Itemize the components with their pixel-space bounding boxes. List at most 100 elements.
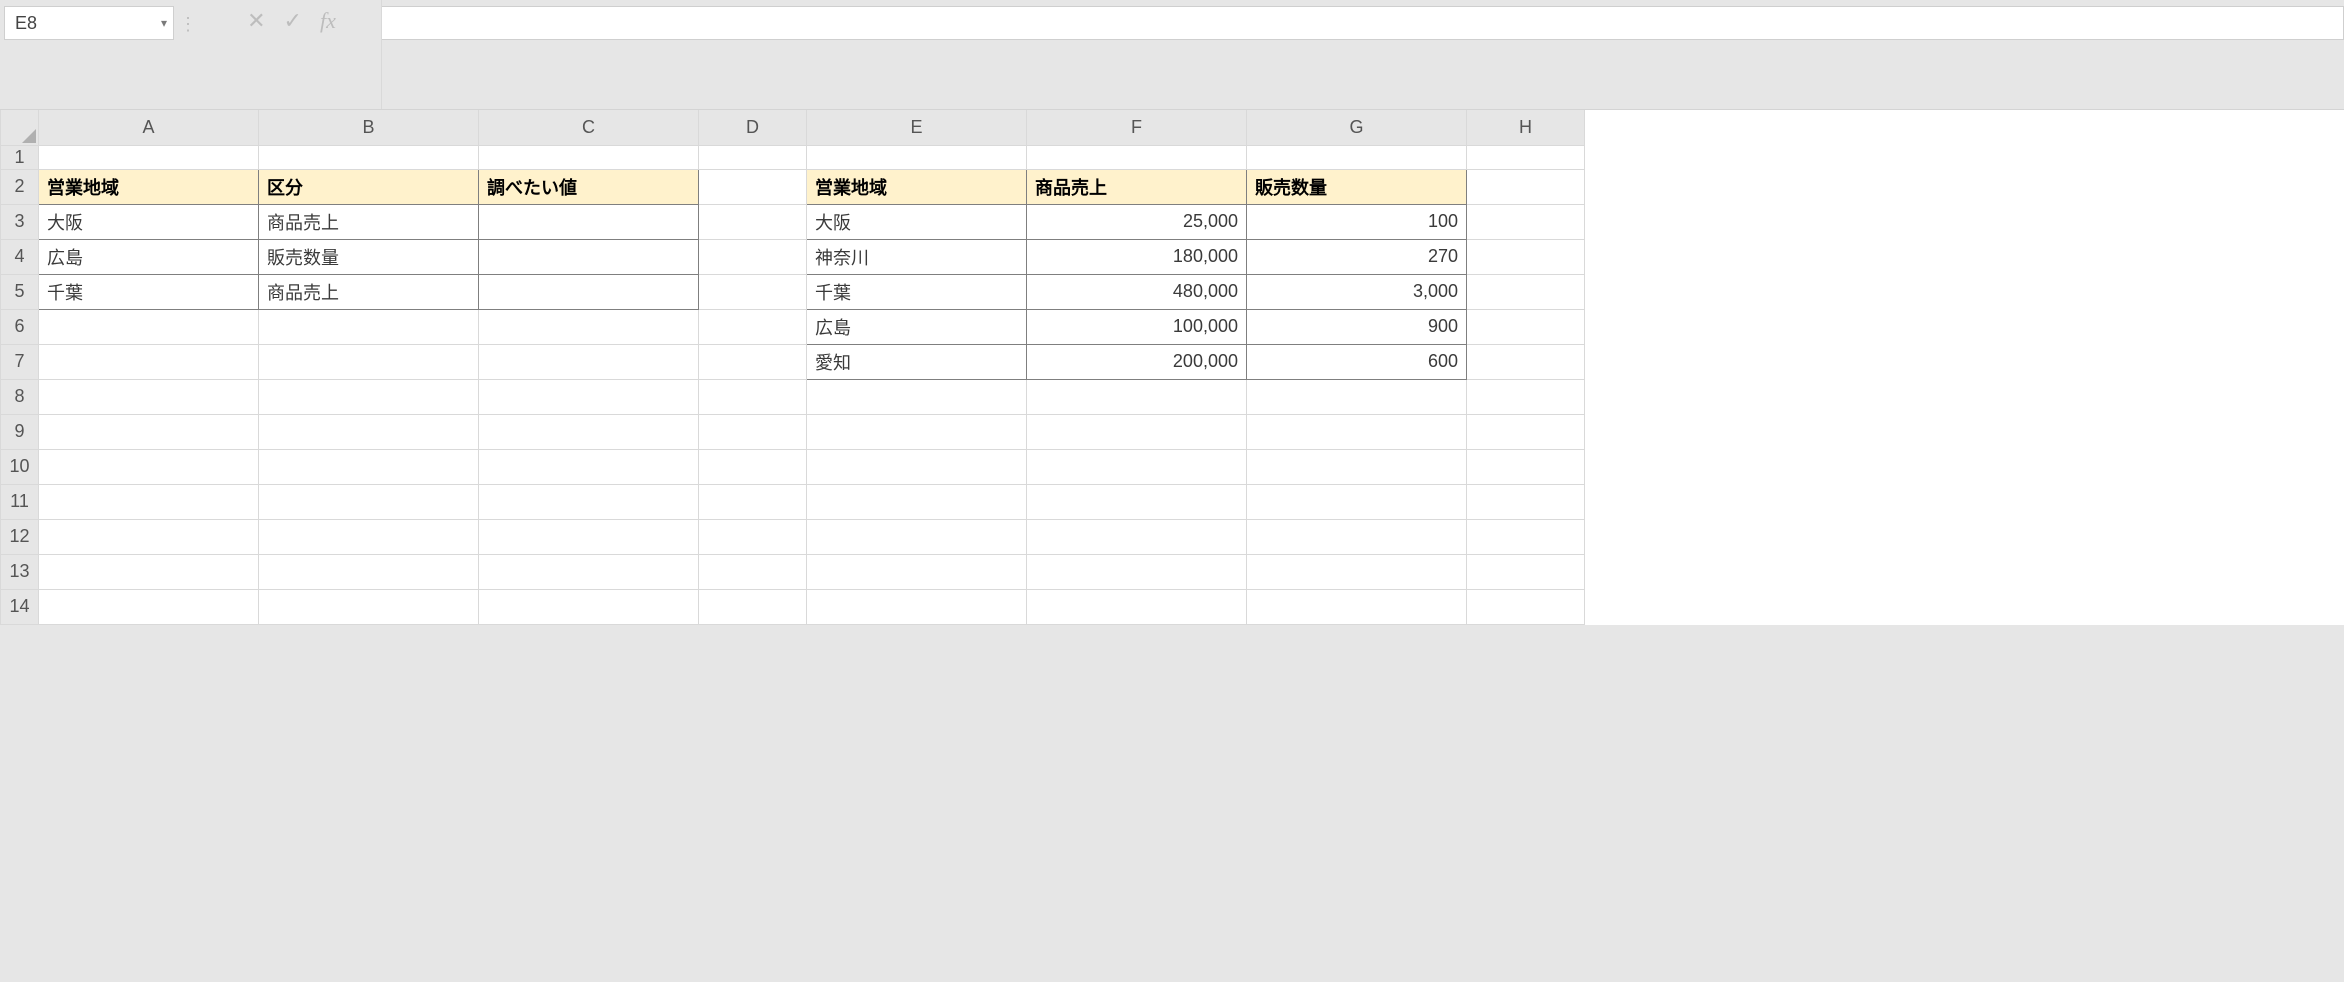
cell-F13[interactable]	[1027, 554, 1247, 589]
col-header[interactable]: D	[699, 110, 807, 145]
row-header[interactable]: 7	[1, 344, 39, 379]
cell-E3[interactable]: 大阪	[807, 204, 1027, 239]
cell-C1[interactable]	[479, 145, 699, 169]
col-header[interactable]: H	[1467, 110, 1585, 145]
cell-E7[interactable]: 愛知	[807, 344, 1027, 379]
cell-B11[interactable]	[259, 484, 479, 519]
cell-E12[interactable]	[807, 519, 1027, 554]
col-header[interactable]: B	[259, 110, 479, 145]
cell-B7[interactable]	[259, 344, 479, 379]
cell-G12[interactable]	[1247, 519, 1467, 554]
row-header[interactable]: 11	[1, 484, 39, 519]
col-header[interactable]: G	[1247, 110, 1467, 145]
cell-G6[interactable]: 900	[1247, 309, 1467, 344]
cell-F8[interactable]	[1027, 379, 1247, 414]
cell-G10[interactable]	[1247, 449, 1467, 484]
cell-F12[interactable]	[1027, 519, 1247, 554]
cell-A11[interactable]	[39, 484, 259, 519]
row-header[interactable]: 2	[1, 169, 39, 204]
cell-G2[interactable]: 販売数量	[1247, 169, 1467, 204]
row-header[interactable]: 5	[1, 274, 39, 309]
select-all-corner[interactable]	[1, 110, 39, 145]
row-header[interactable]: 6	[1, 309, 39, 344]
cell-B8[interactable]	[259, 379, 479, 414]
cell-F14[interactable]	[1027, 589, 1247, 624]
cell-D12[interactable]	[699, 519, 807, 554]
cell-B1[interactable]	[259, 145, 479, 169]
cell-D14[interactable]	[699, 589, 807, 624]
cell-F5[interactable]: 480,000	[1027, 274, 1247, 309]
cell-B6[interactable]	[259, 309, 479, 344]
cell-F9[interactable]	[1027, 414, 1247, 449]
row-header[interactable]: 4	[1, 239, 39, 274]
col-header[interactable]: F	[1027, 110, 1247, 145]
cell-D6[interactable]	[699, 309, 807, 344]
cell-C6[interactable]	[479, 309, 699, 344]
cell-D8[interactable]	[699, 379, 807, 414]
cell-D2[interactable]	[699, 169, 807, 204]
col-header[interactable]: E	[807, 110, 1027, 145]
cell-E2[interactable]: 営業地域	[807, 169, 1027, 204]
cell-B14[interactable]	[259, 589, 479, 624]
name-box[interactable]: E8 ▾	[4, 6, 174, 40]
cell-F11[interactable]	[1027, 484, 1247, 519]
cell-A1[interactable]	[39, 145, 259, 169]
cell-B4[interactable]: 販売数量	[259, 239, 479, 274]
cell-D3[interactable]	[699, 204, 807, 239]
cell-C11[interactable]	[479, 484, 699, 519]
cell-F3[interactable]: 25,000	[1027, 204, 1247, 239]
cell-H4[interactable]	[1467, 239, 1585, 274]
row-header[interactable]: 9	[1, 414, 39, 449]
cell-H10[interactable]	[1467, 449, 1585, 484]
cell-F1[interactable]	[1027, 145, 1247, 169]
cell-F7[interactable]: 200,000	[1027, 344, 1247, 379]
col-header[interactable]: A	[39, 110, 259, 145]
cell-H2[interactable]	[1467, 169, 1585, 204]
cell-H12[interactable]	[1467, 519, 1585, 554]
cell-H14[interactable]	[1467, 589, 1585, 624]
cell-G7[interactable]: 600	[1247, 344, 1467, 379]
cell-B2[interactable]: 区分	[259, 169, 479, 204]
cell-F4[interactable]: 180,000	[1027, 239, 1247, 274]
cell-G14[interactable]	[1247, 589, 1467, 624]
row-header[interactable]: 1	[1, 145, 39, 169]
enter-icon[interactable]: ✓	[284, 10, 302, 32]
cell-D11[interactable]	[699, 484, 807, 519]
cell-C5[interactable]	[479, 274, 699, 309]
cell-E8[interactable]	[807, 379, 1027, 414]
cell-B9[interactable]	[259, 414, 479, 449]
cell-E4[interactable]: 神奈川	[807, 239, 1027, 274]
cell-G13[interactable]	[1247, 554, 1467, 589]
cell-D7[interactable]	[699, 344, 807, 379]
cell-C9[interactable]	[479, 414, 699, 449]
cell-H7[interactable]	[1467, 344, 1585, 379]
cell-A12[interactable]	[39, 519, 259, 554]
cell-F10[interactable]	[1027, 449, 1247, 484]
cell-A6[interactable]	[39, 309, 259, 344]
cell-E5[interactable]: 千葉	[807, 274, 1027, 309]
cell-D10[interactable]	[699, 449, 807, 484]
cell-C12[interactable]	[479, 519, 699, 554]
row-header[interactable]: 10	[1, 449, 39, 484]
cell-A13[interactable]	[39, 554, 259, 589]
cell-G5[interactable]: 3,000	[1247, 274, 1467, 309]
row-header[interactable]: 8	[1, 379, 39, 414]
cell-B5[interactable]: 商品売上	[259, 274, 479, 309]
cell-E9[interactable]	[807, 414, 1027, 449]
cell-G9[interactable]	[1247, 414, 1467, 449]
row-header[interactable]: 14	[1, 589, 39, 624]
cell-G4[interactable]: 270	[1247, 239, 1467, 274]
col-header[interactable]: C	[479, 110, 699, 145]
cell-D1[interactable]	[699, 145, 807, 169]
cell-A14[interactable]	[39, 589, 259, 624]
cell-C13[interactable]	[479, 554, 699, 589]
cell-D5[interactable]	[699, 274, 807, 309]
cell-A10[interactable]	[39, 449, 259, 484]
cell-A8[interactable]	[39, 379, 259, 414]
cell-A9[interactable]	[39, 414, 259, 449]
row-header[interactable]: 12	[1, 519, 39, 554]
cell-B3[interactable]: 商品売上	[259, 204, 479, 239]
cell-C7[interactable]	[479, 344, 699, 379]
cell-E10[interactable]	[807, 449, 1027, 484]
cell-G11[interactable]	[1247, 484, 1467, 519]
